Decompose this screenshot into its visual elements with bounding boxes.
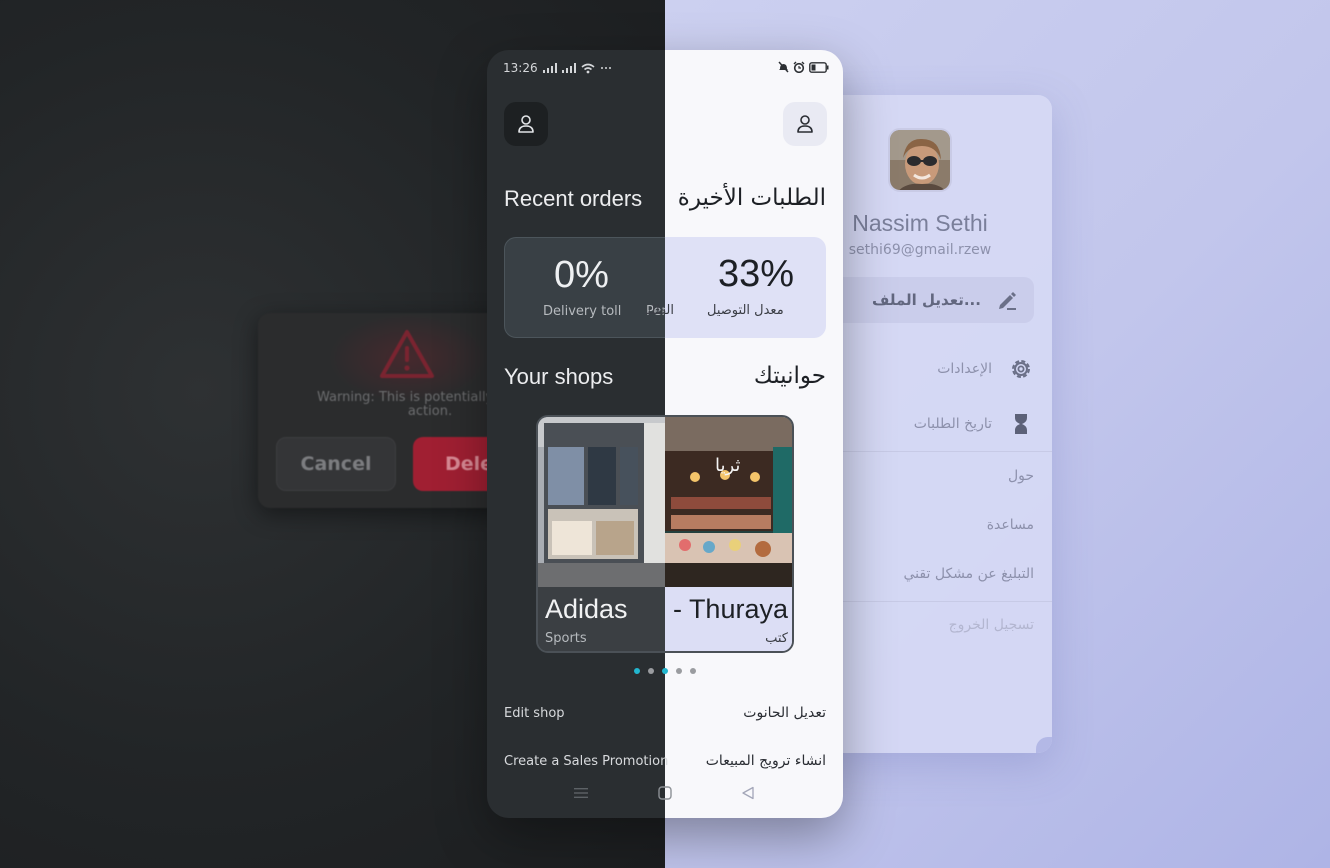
shop-category-ar: كتب bbox=[765, 631, 788, 646]
edit-shop-link[interactable]: Edit shop bbox=[504, 706, 565, 721]
cancel-button[interactable]: Cancel bbox=[276, 437, 396, 491]
profile-button[interactable] bbox=[783, 102, 827, 146]
shop-card-footer-ar: - Thuraya كتب bbox=[665, 587, 792, 651]
menu-item-order-history[interactable]: تاريخ الطلبات bbox=[820, 411, 1034, 437]
status-bar-left: 13:26 bbox=[503, 61, 612, 75]
hourglass-icon bbox=[1015, 414, 1027, 434]
mute-icon bbox=[778, 61, 789, 73]
status-bar-right bbox=[778, 61, 829, 73]
shop-image-adidas bbox=[538, 417, 665, 587]
shop-category: Sports bbox=[545, 631, 587, 646]
store-photo bbox=[538, 417, 665, 587]
delivery-rate-label: معدل التوصيل bbox=[707, 303, 784, 318]
shop-sign-text: ثريا bbox=[715, 455, 740, 476]
user-icon bbox=[797, 115, 813, 133]
shop-card-footer: Adidas Sports bbox=[538, 587, 665, 651]
signal-icon bbox=[561, 63, 576, 73]
menu-item-report-issue[interactable]: التبليغ عن مشكل تقني bbox=[820, 566, 1034, 582]
warning-icon bbox=[380, 330, 434, 378]
menu-item-label: الإعدادات bbox=[937, 361, 992, 377]
alarm-icon bbox=[793, 61, 805, 73]
menu-item-about[interactable]: حول bbox=[820, 468, 1034, 484]
profile-name: Nassim Sethi bbox=[852, 210, 988, 236]
divider bbox=[820, 601, 1052, 602]
create-promotion-link[interactable]: Create a Sales Promotion bbox=[504, 754, 668, 769]
store-photo: ثريا bbox=[665, 417, 792, 587]
more-icon bbox=[600, 67, 611, 69]
home-icon[interactable] bbox=[658, 786, 672, 800]
warning-dialog: Warning: This is potentially a destr act… bbox=[258, 313, 518, 508]
recent-orders-title-ar: الطلبات الأخيرة bbox=[677, 185, 826, 211]
create-promotion-link-ar[interactable]: انشاء ترويج المبيعات bbox=[706, 753, 826, 769]
system-nav-bar bbox=[487, 785, 843, 805]
pencil-icon bbox=[999, 292, 1016, 310]
phone-screen: 13:26 Recent orders الطلبات الأخيرة 0% D… bbox=[487, 50, 843, 818]
signal-icon bbox=[542, 63, 557, 73]
stats-card: 0% Delivery toll Per bbox=[504, 237, 667, 338]
stat-label-cut-ar: الطلبا bbox=[646, 303, 674, 318]
menu-icon[interactable] bbox=[574, 787, 588, 799]
pager-dot[interactable] bbox=[662, 668, 668, 674]
delivery-toll-value: 0% bbox=[554, 254, 609, 296]
your-shops-title: Your shops bbox=[504, 364, 614, 389]
shop-name-ar: - Thuraya bbox=[672, 594, 788, 624]
gear-icon bbox=[1012, 360, 1030, 378]
menu-item-label: تسجيل الخروج bbox=[948, 617, 1034, 633]
wifi-icon bbox=[581, 63, 595, 73]
shop-name: Adidas bbox=[545, 594, 628, 624]
menu-item-label: حول bbox=[1007, 468, 1034, 484]
avatar-photo bbox=[890, 130, 950, 190]
profile-email: sethi69@gmail.rzew bbox=[848, 242, 992, 258]
shop-image-thuraya: ثريا bbox=[665, 417, 792, 587]
profile-panel: Nassim Sethi sethi69@gmail.rzew تعديل ال… bbox=[820, 95, 1052, 753]
menu-item-help[interactable]: مساعدة bbox=[820, 517, 1034, 533]
menu-item-label: تاريخ الطلبات bbox=[913, 416, 992, 432]
profile-button[interactable] bbox=[504, 102, 548, 146]
menu-item-label: مساعدة bbox=[986, 517, 1034, 533]
delivery-toll-label: Delivery toll bbox=[543, 304, 622, 319]
menu-item-logout[interactable]: تسجيل الخروج bbox=[820, 617, 1034, 633]
pager-dot[interactable] bbox=[648, 668, 654, 674]
warning-message: Warning: This is potentially a destr act… bbox=[316, 390, 518, 419]
panel-corner bbox=[1036, 737, 1052, 753]
carousel-pager bbox=[634, 668, 696, 674]
your-shops-title-ar: حوانيتك bbox=[753, 363, 826, 389]
divider bbox=[820, 451, 1052, 452]
avatar[interactable] bbox=[888, 128, 952, 192]
recent-orders-title: Recent orders bbox=[504, 186, 643, 211]
user-icon bbox=[518, 115, 534, 133]
pager-dot[interactable] bbox=[690, 668, 696, 674]
menu-item-label: التبليغ عن مشكل تقني bbox=[903, 566, 1034, 582]
stats-card-ar: 33% معدل التوصيل الطلبا bbox=[646, 237, 826, 338]
battery-icon bbox=[809, 61, 829, 73]
pager-dot[interactable] bbox=[676, 668, 682, 674]
edit-profile-button[interactable]: تعديل الملف... bbox=[820, 277, 1034, 323]
back-icon[interactable] bbox=[741, 786, 755, 800]
edit-shop-link-ar[interactable]: تعديل الحانوت bbox=[743, 705, 826, 721]
status-time: 13:26 bbox=[503, 61, 538, 75]
shop-card[interactable]: ثريا Adidas Sports - Thuraya كتب bbox=[536, 415, 794, 653]
edit-profile-label: تعديل الملف... bbox=[872, 291, 981, 309]
delivery-rate-value: 33% bbox=[718, 253, 795, 295]
menu-item-settings[interactable]: الإعدادات bbox=[820, 356, 1034, 382]
pager-dot[interactable] bbox=[634, 668, 640, 674]
